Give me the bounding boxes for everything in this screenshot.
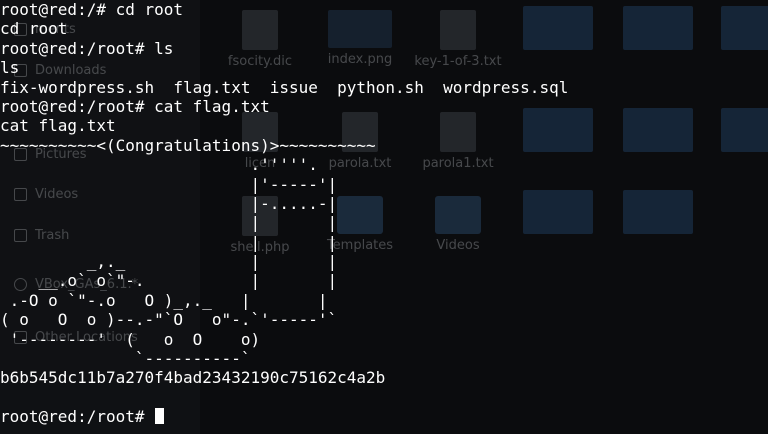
terminal-window[interactable]: root@red:/# cd root cd root root@red:/ro… — [0, 0, 768, 434]
ascii-art-line: |'-----'| — [0, 174, 338, 194]
ascii-art-line: '--------' ( o O o) — [0, 329, 261, 349]
prompt-line[interactable]: root@red:/root# — [0, 407, 768, 426]
text-cursor — [155, 408, 165, 425]
congratulations-banner: ~~~~~~~~~~<(Congratulations)>~~~~~~~~~~ — [0, 135, 376, 155]
ascii-art-line: .-O o `"-.o O )_,._ | | — [0, 290, 328, 310]
shell-prompt: root@red:/root# — [0, 407, 155, 427]
ascii-art-line: | | — [0, 213, 338, 233]
ascii-art-line: |-.....-| — [0, 193, 338, 213]
flag-hash: b6b545dc11b7a270f4bad23432190c75162c4a2b — [0, 368, 386, 388]
terminal-line: ls — [0, 58, 20, 78]
ascii-art-line: | | — [0, 232, 338, 252]
ascii-art-line: .'''''. — [0, 155, 318, 175]
terminal-line: root@red:/root# ls — [0, 38, 174, 58]
terminal-line: root@red:/root# cat flag.txt — [0, 96, 270, 116]
desktop-screen: ments Downloads Pictures Videos Trash VB… — [0, 0, 768, 434]
ascii-art-line: ( o O o )--.-"`O o"-.`'-----'` — [0, 310, 338, 330]
ls-output: fix-wordpress.sh flag.txt issue python.s… — [0, 77, 569, 97]
ascii-art-line: _,._ | | — [0, 252, 338, 272]
ascii-art-line: __.o` o`"-. | | — [0, 271, 338, 291]
terminal-line: root@red:/# cd root — [0, 0, 184, 19]
ascii-art-line: `----------` — [0, 349, 251, 369]
terminal-line: cat flag.txt — [0, 116, 116, 136]
terminal-line: cd root — [0, 19, 68, 39]
